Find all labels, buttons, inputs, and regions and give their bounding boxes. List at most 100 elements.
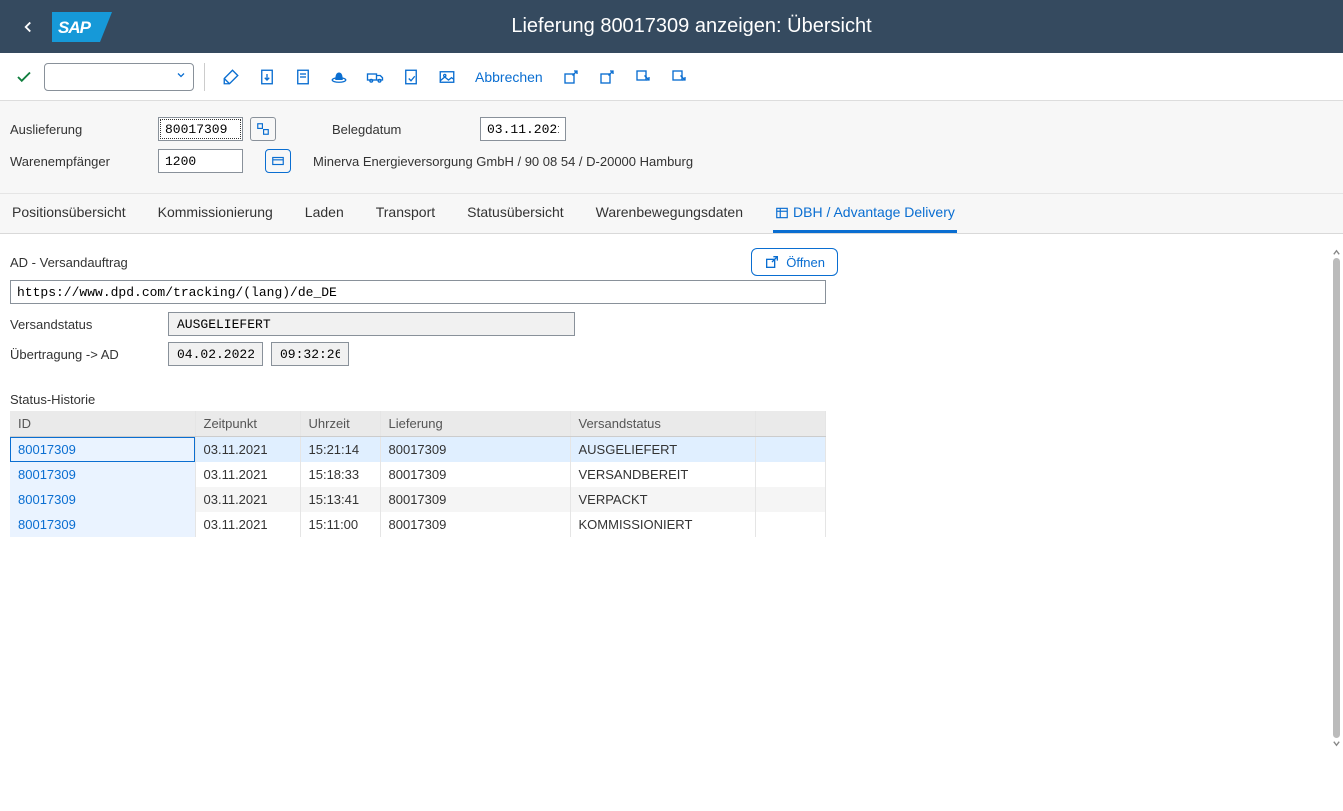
col-zeitpunkt[interactable]: Zeitpunkt <box>195 411 300 437</box>
tab-transport[interactable]: Transport <box>374 194 437 233</box>
sap-logo: SAP <box>52 12 112 42</box>
svg-text:SAP: SAP <box>58 18 92 37</box>
import-down-icon <box>634 68 652 86</box>
row-versandstatus: Versandstatus <box>10 312 1333 336</box>
cell-lieferung: 80017309 <box>380 437 570 463</box>
toolbar-btn-7[interactable] <box>431 61 463 93</box>
col-versandstatus[interactable]: Versandstatus <box>570 411 755 437</box>
cell-id[interactable]: 80017309 <box>10 437 195 463</box>
cell-uhrzeit: 15:13:41 <box>300 487 380 512</box>
document-icon <box>294 68 312 86</box>
tracking-url-input[interactable] <box>10 280 826 304</box>
hat-icon <box>330 68 348 86</box>
cell-uhrzeit: 15:18:33 <box>300 462 380 487</box>
toolbar-btn-8[interactable] <box>555 61 587 93</box>
tab-laden[interactable]: Laden <box>303 194 346 233</box>
label-warenempfaenger: Warenempfänger <box>10 154 150 169</box>
toolbar-btn-3[interactable] <box>287 61 319 93</box>
cell-blank <box>755 512 826 537</box>
cell-zeitpunkt: 03.11.2021 <box>195 487 300 512</box>
ad-section-header: AD - Versandauftrag Öffnen <box>10 248 838 276</box>
scroll-thumb[interactable] <box>1333 258 1340 738</box>
col-id[interactable]: ID <box>10 411 195 437</box>
cancel-button[interactable]: Abbrechen <box>467 61 551 93</box>
scroll-up-icon[interactable] <box>1332 248 1341 257</box>
row-warenempfaenger: Warenempfänger Minerva Energieversorgung… <box>10 149 1333 173</box>
label-versandstatus: Versandstatus <box>10 317 160 332</box>
page-title: Lieferung 80017309 anzeigen: Übersicht <box>112 15 1331 38</box>
tab-kommissionierung[interactable]: Kommissionierung <box>156 194 275 233</box>
input-versandstatus <box>168 312 575 336</box>
check-icon <box>15 68 33 86</box>
input-uebertragung-time <box>271 342 349 366</box>
cell-zeitpunkt: 03.11.2021 <box>195 437 300 463</box>
input-warenempfaenger[interactable] <box>158 149 243 173</box>
input-uebertragung-date <box>168 342 263 366</box>
row-auslieferung: Auslieferung Belegdatum <box>10 117 1333 141</box>
chevron-down-icon <box>175 69 187 84</box>
tab-warenbewegungsdaten[interactable]: Warenbewegungsdaten <box>594 194 745 233</box>
label-auslieferung: Auslieferung <box>10 122 150 137</box>
cell-blank <box>755 462 826 487</box>
toolbar-btn-11[interactable] <box>663 61 695 93</box>
document-arrow-icon <box>258 68 276 86</box>
tab-strip: Positionsübersicht Kommissionierung Lade… <box>0 194 1343 234</box>
cell-versandstatus: AUSGELIEFERT <box>570 437 755 463</box>
tab-statusuebersicht[interactable]: Statusübersicht <box>465 194 566 233</box>
toolbar-btn-10[interactable] <box>627 61 659 93</box>
toolbar-btn-2[interactable] <box>251 61 283 93</box>
ad-section-label: AD - Versandauftrag <box>10 255 128 270</box>
tool-icon <box>222 68 240 86</box>
col-blank <box>755 411 826 437</box>
toolbar-btn-9[interactable] <box>591 61 623 93</box>
cell-id[interactable]: 80017309 <box>10 487 195 512</box>
scroll-down-icon[interactable] <box>1332 739 1341 748</box>
table-row[interactable]: 80017309 03.11.2021 15:18:33 80017309 VE… <box>10 462 826 487</box>
open-icon <box>764 254 780 270</box>
document-goods-icon <box>402 68 420 86</box>
cell-id[interactable]: 80017309 <box>10 512 195 537</box>
cell-uhrzeit: 15:21:14 <box>300 437 380 463</box>
cell-lieferung: 80017309 <box>380 462 570 487</box>
input-auslieferung[interactable] <box>158 117 243 141</box>
cell-uhrzeit: 15:11:00 <box>300 512 380 537</box>
input-belegdatum[interactable] <box>480 117 566 141</box>
separator <box>204 63 205 91</box>
table-row[interactable]: 80017309 03.11.2021 15:21:14 80017309 AU… <box>10 437 826 463</box>
back-button[interactable] <box>12 11 44 43</box>
open-label: Öffnen <box>786 255 825 270</box>
import-down-icon-2 <box>670 68 688 86</box>
col-uhrzeit[interactable]: Uhrzeit <box>300 411 380 437</box>
cell-blank <box>755 437 826 463</box>
open-button[interactable]: Öffnen <box>751 248 838 276</box>
tab-positionsuebersicht[interactable]: Positionsübersicht <box>10 194 128 233</box>
cell-lieferung: 80017309 <box>380 512 570 537</box>
partner-text: Minerva Energieversorgung GmbH / 90 08 5… <box>313 154 693 169</box>
search-help-auslieferung[interactable] <box>250 117 276 141</box>
table-row[interactable]: 80017309 03.11.2021 15:13:41 80017309 VE… <box>10 487 826 512</box>
toolbar-btn-6[interactable] <box>395 61 427 93</box>
header-fields: Auslieferung Belegdatum Warenempfänger M… <box>0 101 1343 194</box>
command-field[interactable] <box>44 63 194 91</box>
export-up-icon <box>562 68 580 86</box>
row-uebertragung: Übertragung -> AD <box>10 342 1333 366</box>
toolbar-btn-4[interactable] <box>323 61 355 93</box>
toolbar: Abbrechen <box>0 53 1343 101</box>
cell-id[interactable]: 80017309 <box>10 462 195 487</box>
value-help-icon <box>256 122 270 136</box>
table-header-row: ID Zeitpunkt Uhrzeit Lieferung Versandst… <box>10 411 826 437</box>
partner-details-button[interactable] <box>265 149 291 173</box>
chevron-left-icon <box>19 18 37 36</box>
accept-button[interactable] <box>8 61 40 93</box>
col-lieferung[interactable]: Lieferung <box>380 411 570 437</box>
tab-dbh-advantage-delivery[interactable]: DBH / Advantage Delivery <box>773 194 957 233</box>
table-icon <box>775 206 789 220</box>
picture-icon <box>438 68 456 86</box>
toolbar-btn-1[interactable] <box>215 61 247 93</box>
truck-icon <box>365 68 385 86</box>
tab-label: DBH / Advantage Delivery <box>793 204 955 220</box>
label-uebertragung: Übertragung -> AD <box>10 347 160 362</box>
table-row[interactable]: 80017309 03.11.2021 15:11:00 80017309 KO… <box>10 512 826 537</box>
toolbar-btn-5[interactable] <box>359 61 391 93</box>
scrollbar[interactable] <box>1332 248 1341 748</box>
